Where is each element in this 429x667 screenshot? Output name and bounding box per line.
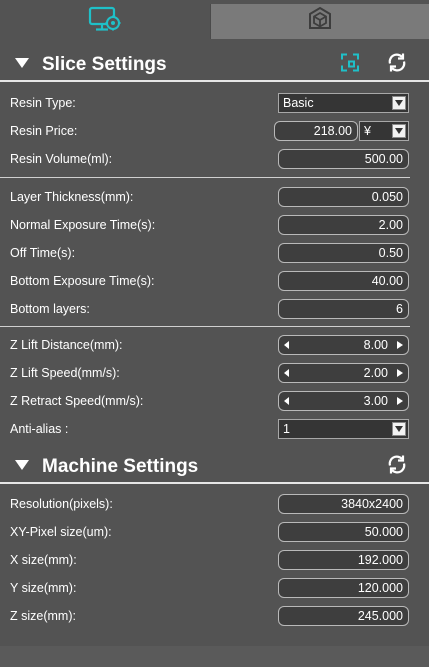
resin-volume-input[interactable]: 500.00 <box>278 149 409 169</box>
off-time-label: Off Time(s): <box>10 246 76 260</box>
bottom-exposure-row: Bottom Exposure Time(s): 40.00 <box>0 269 429 293</box>
decrement-arrow-icon[interactable] <box>284 338 290 352</box>
z-retract-speed-row: Z Retract Speed(mm/s): 3.00 <box>0 389 429 413</box>
resin-price-label: Resin Price: <box>10 124 78 138</box>
z-size-row: Z size(mm): 245.000 <box>0 604 429 628</box>
z-size-input[interactable]: 245.000 <box>278 606 409 626</box>
resin-volume-row: Resin Volume(ml): 500.00 <box>0 147 429 171</box>
layer-thickness-row: Layer Thickness(mm): 0.050 <box>0 185 429 209</box>
bottom-exposure-label: Bottom Exposure Time(s): <box>10 274 155 288</box>
z-lift-distance-value: 8.00 <box>363 338 388 352</box>
section-title: Slice Settings <box>42 54 167 75</box>
increment-arrow-icon[interactable] <box>397 338 403 352</box>
refresh-icon[interactable] <box>386 52 408 79</box>
resin-volume-value: 500.00 <box>364 152 403 166</box>
xy-pixel-label: XY-Pixel size(um): <box>10 525 112 539</box>
resin-volume-label: Resin Volume(ml): <box>10 152 113 166</box>
layer-thickness-label: Layer Thickness(mm): <box>10 190 134 204</box>
bottom-layers-value: 6 <box>396 302 403 316</box>
group-divider <box>0 326 410 327</box>
resin-type-label: Resin Type: <box>10 96 76 110</box>
z-lift-distance-spinbox[interactable]: 8.00 <box>278 335 409 355</box>
resin-price-input[interactable]: 218.00 <box>274 121 358 141</box>
y-size-row: Y size(mm): 120.000 <box>0 576 429 600</box>
xy-pixel-input[interactable]: 50.000 <box>278 522 409 542</box>
increment-arrow-icon[interactable] <box>397 366 403 380</box>
section-divider <box>0 482 429 484</box>
z-retract-speed-label: Z Retract Speed(mm/s): <box>10 394 144 408</box>
decrement-arrow-icon[interactable] <box>284 366 290 380</box>
scan-icon[interactable] <box>340 53 360 78</box>
bottom-strip <box>0 646 429 667</box>
x-size-row: X size(mm): 192.000 <box>0 548 429 572</box>
bottom-exposure-input[interactable]: 40.00 <box>278 271 409 291</box>
off-time-input[interactable]: 0.50 <box>278 243 409 263</box>
z-lift-speed-value: 2.00 <box>363 366 388 380</box>
chevron-down-icon[interactable] <box>392 422 406 436</box>
normal-exposure-value: 2.00 <box>378 218 403 232</box>
decrement-arrow-icon[interactable] <box>284 394 290 408</box>
machine-settings-header: Machine Settings <box>0 452 429 482</box>
slice-settings-header: Slice Settings <box>0 50 429 80</box>
resin-price-value: 218.00 <box>313 124 352 138</box>
resolution-value: 3840x2400 <box>341 497 403 511</box>
y-size-input[interactable]: 120.000 <box>278 578 409 598</box>
z-lift-speed-row: Z Lift Speed(mm/s): 2.00 <box>0 361 429 385</box>
group-divider <box>0 177 410 178</box>
off-time-value: 0.50 <box>378 246 403 260</box>
currency-select[interactable]: ¥ <box>359 121 409 141</box>
xy-pixel-row: XY-Pixel size(um): 50.000 <box>0 520 429 544</box>
resin-type-select[interactable]: Basic <box>278 93 409 113</box>
tab-model[interactable] <box>210 4 429 39</box>
refresh-icon[interactable] <box>386 454 408 481</box>
z-retract-speed-spinbox[interactable]: 3.00 <box>278 391 409 411</box>
layer-thickness-input[interactable]: 0.050 <box>278 187 409 207</box>
collapse-triangle-icon[interactable] <box>14 56 30 74</box>
anti-alias-label: Anti-alias : <box>10 422 69 436</box>
resolution-row: Resolution(pixels): 3840x2400 <box>0 492 429 516</box>
z-lift-distance-row: Z Lift Distance(mm): 8.00 <box>0 333 429 357</box>
resin-type-row: Resin Type: Basic <box>0 91 429 115</box>
anti-alias-value: 1 <box>283 422 290 436</box>
resin-type-value: Basic <box>283 96 314 110</box>
x-size-label: X size(mm): <box>10 553 77 567</box>
y-size-label: Y size(mm): <box>10 581 77 595</box>
monitor-gear-icon <box>88 6 122 37</box>
chevron-down-icon[interactable] <box>392 124 406 138</box>
y-size-value: 120.000 <box>357 581 403 595</box>
normal-exposure-label: Normal Exposure Time(s): <box>10 218 156 232</box>
tab-slice-settings[interactable] <box>0 4 210 39</box>
x-size-input[interactable]: 192.000 <box>278 550 409 570</box>
normal-exposure-row: Normal Exposure Time(s): 2.00 <box>0 213 429 237</box>
layer-thickness-value: 0.050 <box>371 190 403 204</box>
x-size-value: 192.000 <box>357 553 403 567</box>
tab-bar <box>0 0 429 39</box>
bottom-layers-row: Bottom layers: 6 <box>0 297 429 321</box>
z-retract-speed-value: 3.00 <box>363 394 388 408</box>
z-lift-speed-label: Z Lift Speed(mm/s): <box>10 366 120 380</box>
bottom-layers-input[interactable]: 6 <box>278 299 409 319</box>
collapse-triangle-icon[interactable] <box>14 458 30 476</box>
chevron-down-icon[interactable] <box>392 96 406 110</box>
bottom-exposure-value: 40.00 <box>371 274 403 288</box>
bottom-layers-label: Bottom layers: <box>10 302 90 316</box>
anti-alias-select[interactable]: 1 <box>278 419 409 439</box>
section-divider <box>0 80 429 82</box>
z-size-value: 245.000 <box>357 609 403 623</box>
section-title: Machine Settings <box>42 456 199 477</box>
off-time-row: Off Time(s): 0.50 <box>0 241 429 265</box>
z-size-label: Z size(mm): <box>10 609 76 623</box>
anti-alias-row: Anti-alias : 1 <box>0 417 429 441</box>
resolution-label: Resolution(pixels): <box>10 497 113 511</box>
increment-arrow-icon[interactable] <box>397 394 403 408</box>
currency-value: ¥ <box>364 124 371 138</box>
resolution-input[interactable]: 3840x2400 <box>278 494 409 514</box>
z-lift-distance-label: Z Lift Distance(mm): <box>10 338 123 352</box>
resin-price-row: Resin Price: 218.00 ¥ <box>0 119 429 143</box>
z-lift-speed-spinbox[interactable]: 2.00 <box>278 363 409 383</box>
normal-exposure-input[interactable]: 2.00 <box>278 215 409 235</box>
cube-house-icon <box>307 6 333 37</box>
xy-pixel-value: 50.000 <box>364 525 403 539</box>
